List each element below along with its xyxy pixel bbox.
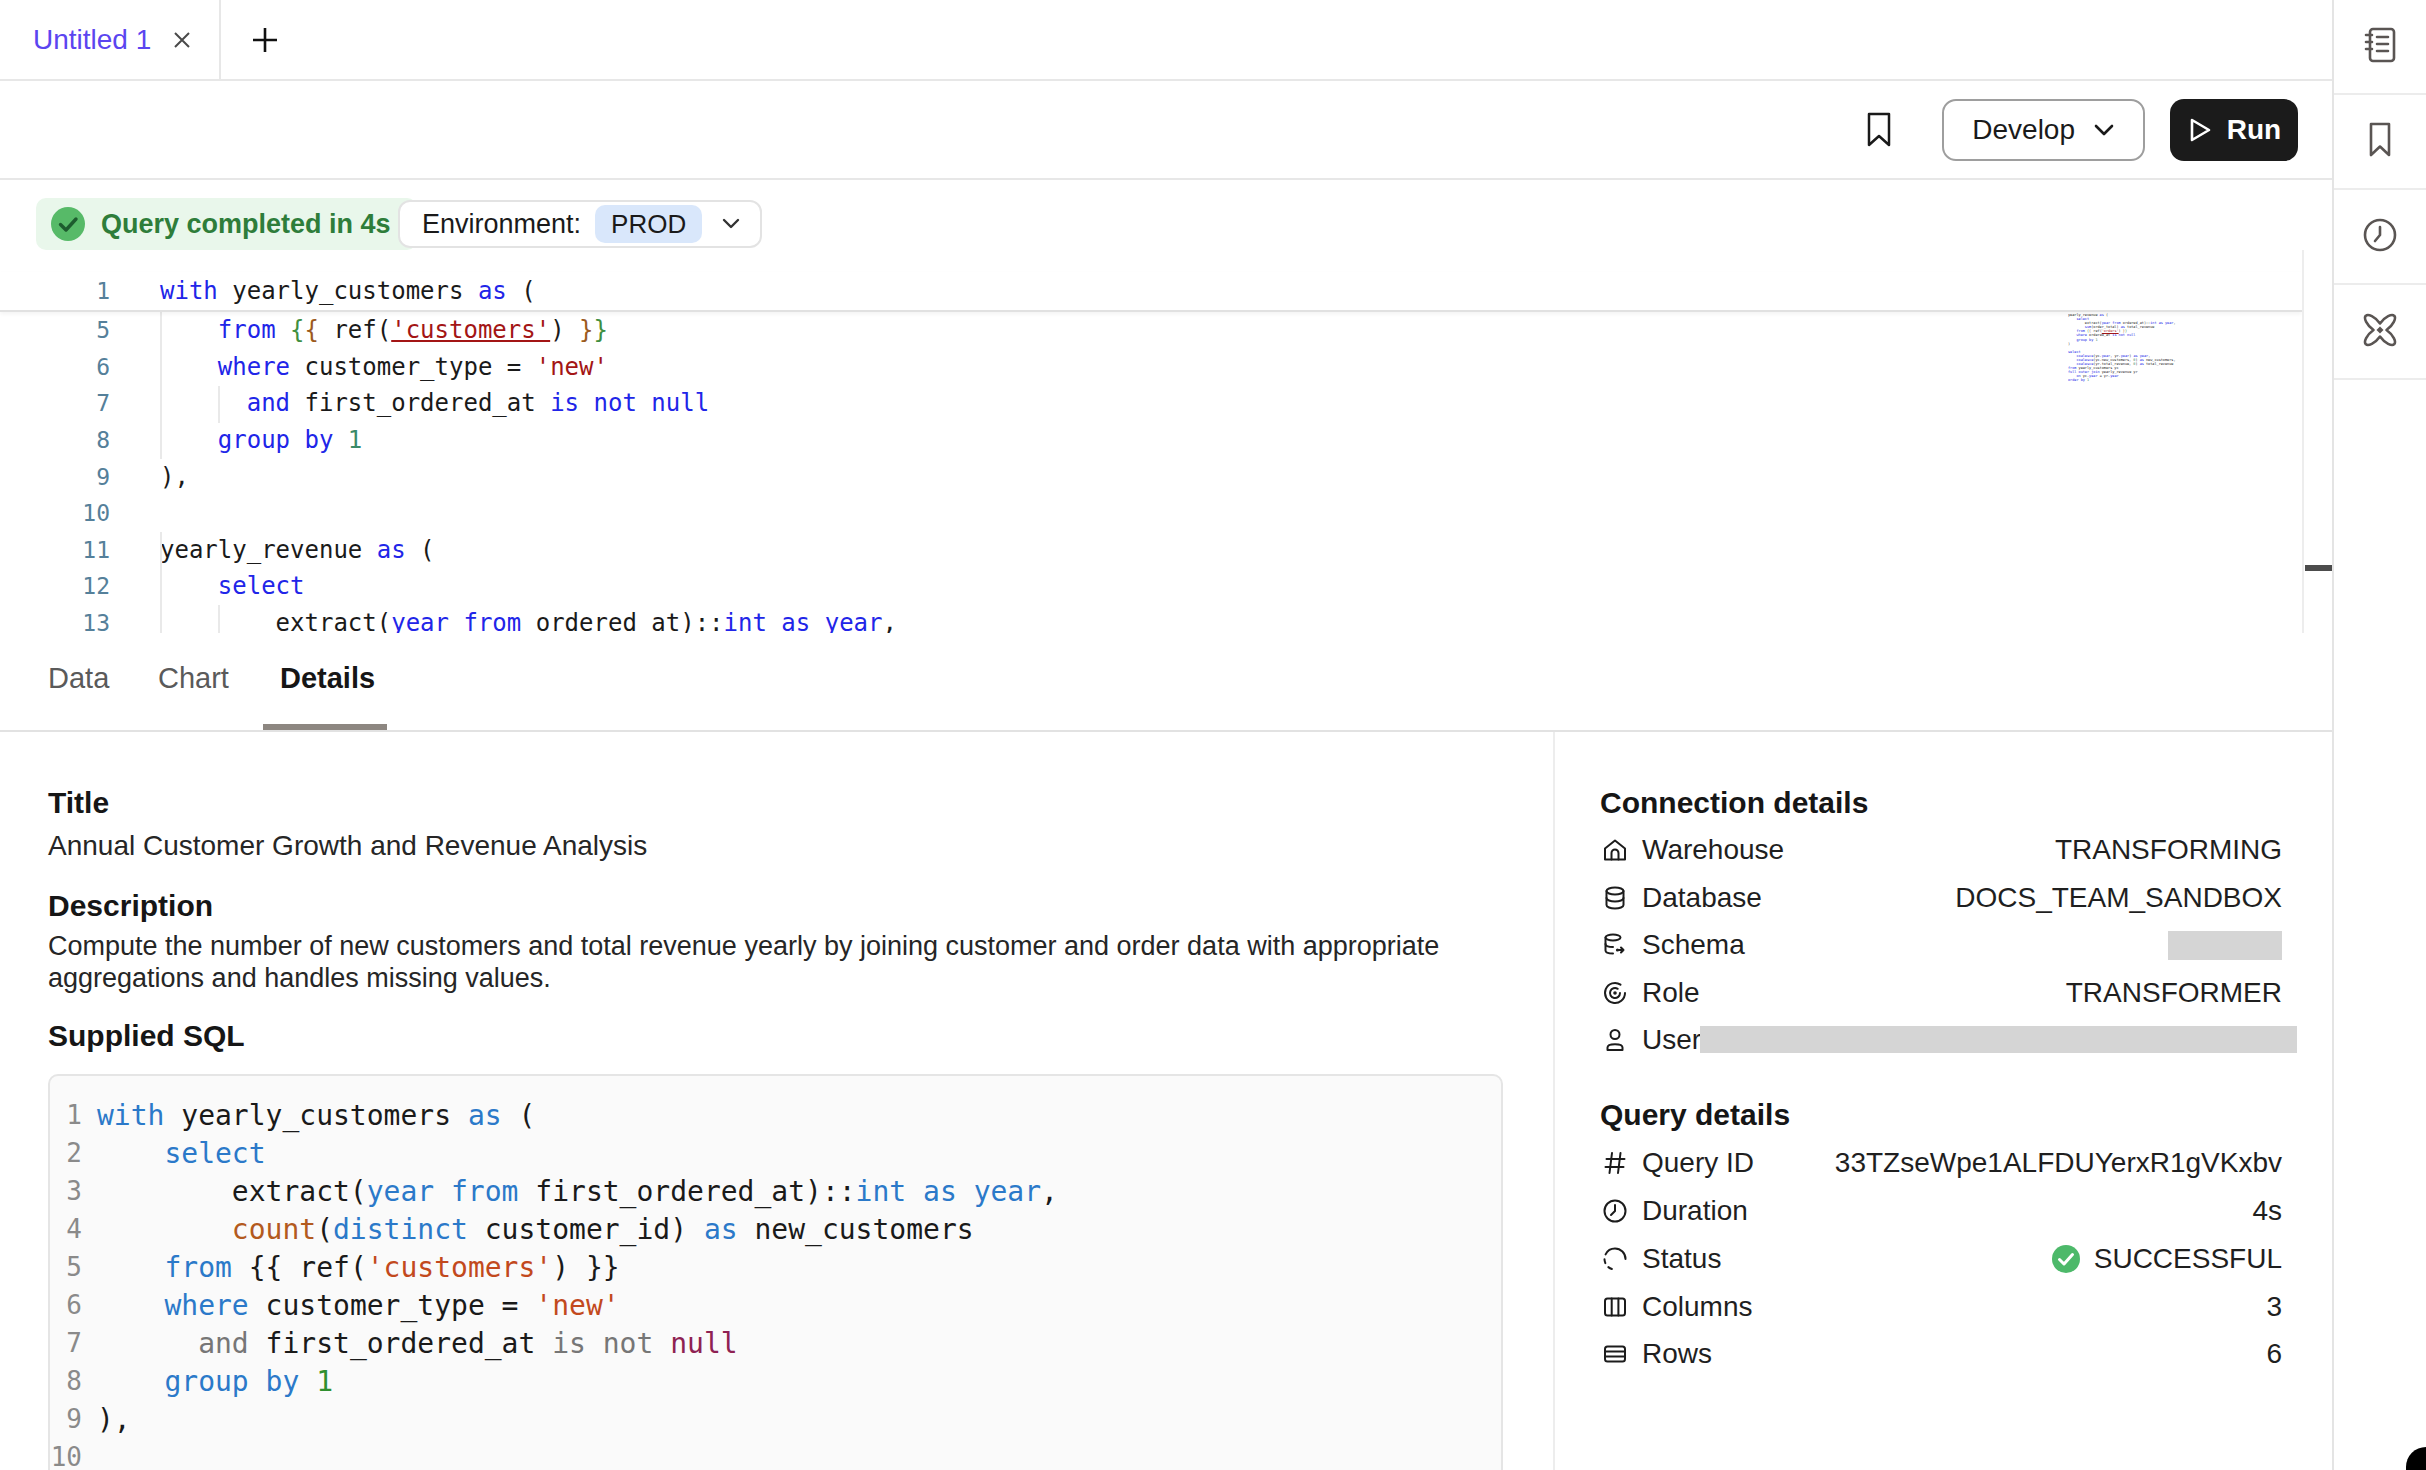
supplied-sql-code-block: 1with yearly_customers as (2 select3 ext…: [48, 1074, 1503, 1470]
editor-scrollbar-thumb[interactable]: [2305, 565, 2332, 571]
environment-value-chip: PROD: [595, 205, 702, 243]
connection-row-database: Database DOCS_TEAM_SANDBOX: [1600, 881, 2282, 915]
code-line: 13 extract(year from ordered_at)::int as…: [0, 605, 2302, 633]
tab-details[interactable]: Details: [280, 633, 375, 724]
clock-icon: [2359, 214, 2401, 260]
code-line: 6 where customer_type = 'new': [0, 349, 2302, 386]
query-value-rows: 6: [2266, 1338, 2282, 1370]
query-row-rows: Rows 6: [1600, 1337, 2282, 1371]
success-check-icon: [2050, 1243, 2082, 1275]
title-heading: Title: [48, 786, 109, 820]
tab-data[interactable]: Data: [48, 633, 109, 724]
database-icon: [1600, 884, 1630, 912]
connection-details-heading: Connection details: [1600, 786, 1868, 820]
clock-icon: [1600, 1197, 1630, 1225]
rows-icon: [1600, 1340, 1630, 1368]
connection-value-schema: [2168, 931, 2282, 960]
query-value-duration: 4s: [2252, 1195, 2282, 1227]
title-value: Annual Customer Growth and Revenue Analy…: [48, 830, 647, 862]
connection-row-warehouse: Warehouse TRANSFORMING: [1600, 833, 2282, 867]
code-line: 11yearly_revenue as (: [0, 532, 2302, 569]
query-details-heading: Query details: [1600, 1098, 1790, 1132]
compass-icon: [2357, 307, 2403, 357]
tab-label: Untitled 1: [33, 24, 151, 56]
redacted-value: [2168, 931, 2282, 960]
role-icon: [1600, 979, 1630, 1007]
query-value-query-id: 33TZseWpe1ALFDUYerxR1gVKxbv: [1835, 1147, 2282, 1179]
code-line: 9),: [0, 458, 2302, 495]
sidebar-clock-button[interactable]: [2334, 190, 2426, 285]
code-line: 4 count(distinct customer_id) as new_cus…: [50, 1210, 1501, 1248]
bookmark-icon: [2359, 119, 2401, 165]
connection-row-user: User: [1600, 1023, 2282, 1057]
query-value-columns: 3: [2266, 1291, 2282, 1323]
user-icon: [1600, 1026, 1630, 1054]
notebook-icon: [2359, 24, 2401, 70]
query-value-status: SUCCESSFUL: [2050, 1243, 2282, 1275]
run-button[interactable]: Run: [2170, 99, 2298, 161]
columns-icon: [1600, 1293, 1630, 1321]
tab-close-icon[interactable]: [169, 27, 195, 53]
code-line: 10: [0, 495, 2302, 532]
sidebar-bookmark-button[interactable]: [2334, 95, 2426, 190]
develop-label: Develop: [1972, 114, 2075, 146]
query-row-query-id: Query ID 33TZseWpe1ALFDUYerxR1gVKxbv: [1600, 1146, 2282, 1180]
code-line: 7 and first_ordered_at is not null: [0, 385, 2302, 422]
warehouse-icon: [1600, 836, 1630, 864]
editor-scrollbar[interactable]: [2302, 250, 2332, 633]
develop-dropdown[interactable]: Develop: [1942, 99, 2145, 161]
connection-value-role: TRANSFORMER: [2066, 977, 2282, 1009]
code-line: 8 group by 1: [50, 1362, 1501, 1400]
code-line: 2 select: [50, 1134, 1501, 1172]
query-row-columns: Columns 3: [1600, 1290, 2282, 1324]
sql-editor[interactable]: 5 from {{ ref('customers') }}6 where cus…: [0, 250, 2302, 633]
new-tab-button[interactable]: [245, 0, 285, 79]
editor-tab-bar: Untitled 1: [0, 0, 2332, 81]
code-line: 9),: [50, 1400, 1501, 1438]
active-tab-underline: [263, 724, 387, 730]
environment-label: Environment:: [422, 209, 581, 240]
sidebar-notebook-button[interactable]: [2334, 0, 2426, 95]
chevron-down-icon: [2093, 123, 2115, 137]
query-status-pill: Query completed in 4s: [36, 198, 417, 250]
query-status-text: Query completed in 4s: [101, 209, 391, 240]
code-line: 10: [50, 1438, 1501, 1470]
supplied-sql-heading: Supplied SQL: [48, 1019, 245, 1053]
chevron-down-icon: [722, 218, 740, 230]
connection-row-role: Role TRANSFORMER: [1600, 976, 2282, 1010]
spinner-icon: [1600, 1245, 1630, 1273]
hash-icon: [1600, 1149, 1630, 1177]
redacted-value: [1700, 1026, 2297, 1053]
connection-value-warehouse: TRANSFORMING: [2055, 834, 2282, 866]
code-line: 1with yearly_customers as (: [50, 1096, 1501, 1134]
bookmark-button[interactable]: [1866, 111, 1892, 149]
play-icon: [2187, 116, 2213, 144]
connection-row-schema: Schema: [1600, 928, 2282, 962]
sidebar-compass-button[interactable]: [2334, 285, 2426, 380]
code-line: 3 extract(year from first_ordered_at)::i…: [50, 1172, 1501, 1210]
tab-untitled-1[interactable]: Untitled 1: [0, 0, 221, 79]
description-heading: Description: [48, 889, 213, 923]
query-row-duration: Duration 4s: [1600, 1194, 2282, 1228]
editor-code-lines: 5 from {{ ref('customers') }}6 where cus…: [0, 312, 2302, 633]
code-line: 5 from {{ ref('customers') }}: [0, 312, 2302, 349]
run-label: Run: [2227, 114, 2281, 146]
schema-icon: [1600, 931, 1630, 959]
toolbar: Develop Run: [0, 81, 2332, 180]
code-line: 7 and first_ordered_at is not null: [50, 1324, 1501, 1362]
tab-chart[interactable]: Chart: [158, 633, 229, 724]
connection-value-database: DOCS_TEAM_SANDBOX: [1955, 882, 2282, 914]
code-line: 6 where customer_type = 'new': [50, 1286, 1501, 1324]
result-tab-bar: Data Chart Details: [0, 633, 2332, 732]
editor-sticky-line: 1with yearly_customers as (: [0, 272, 2302, 312]
environment-selector[interactable]: Environment: PROD: [398, 200, 762, 248]
right-sidebar: [2332, 0, 2426, 1470]
code-line: 8 group by 1: [0, 422, 2302, 459]
check-circle-icon: [49, 205, 87, 243]
query-row-status: Status SUCCESSFUL: [1600, 1242, 2282, 1276]
details-pane: Title Annual Customer Growth and Revenue…: [0, 732, 2332, 1470]
description-value: Compute the number of new customers and …: [48, 931, 1498, 994]
code-line: 12 select: [0, 568, 2302, 605]
code-line: 5 from {{ ref('customers') }}: [50, 1248, 1501, 1286]
